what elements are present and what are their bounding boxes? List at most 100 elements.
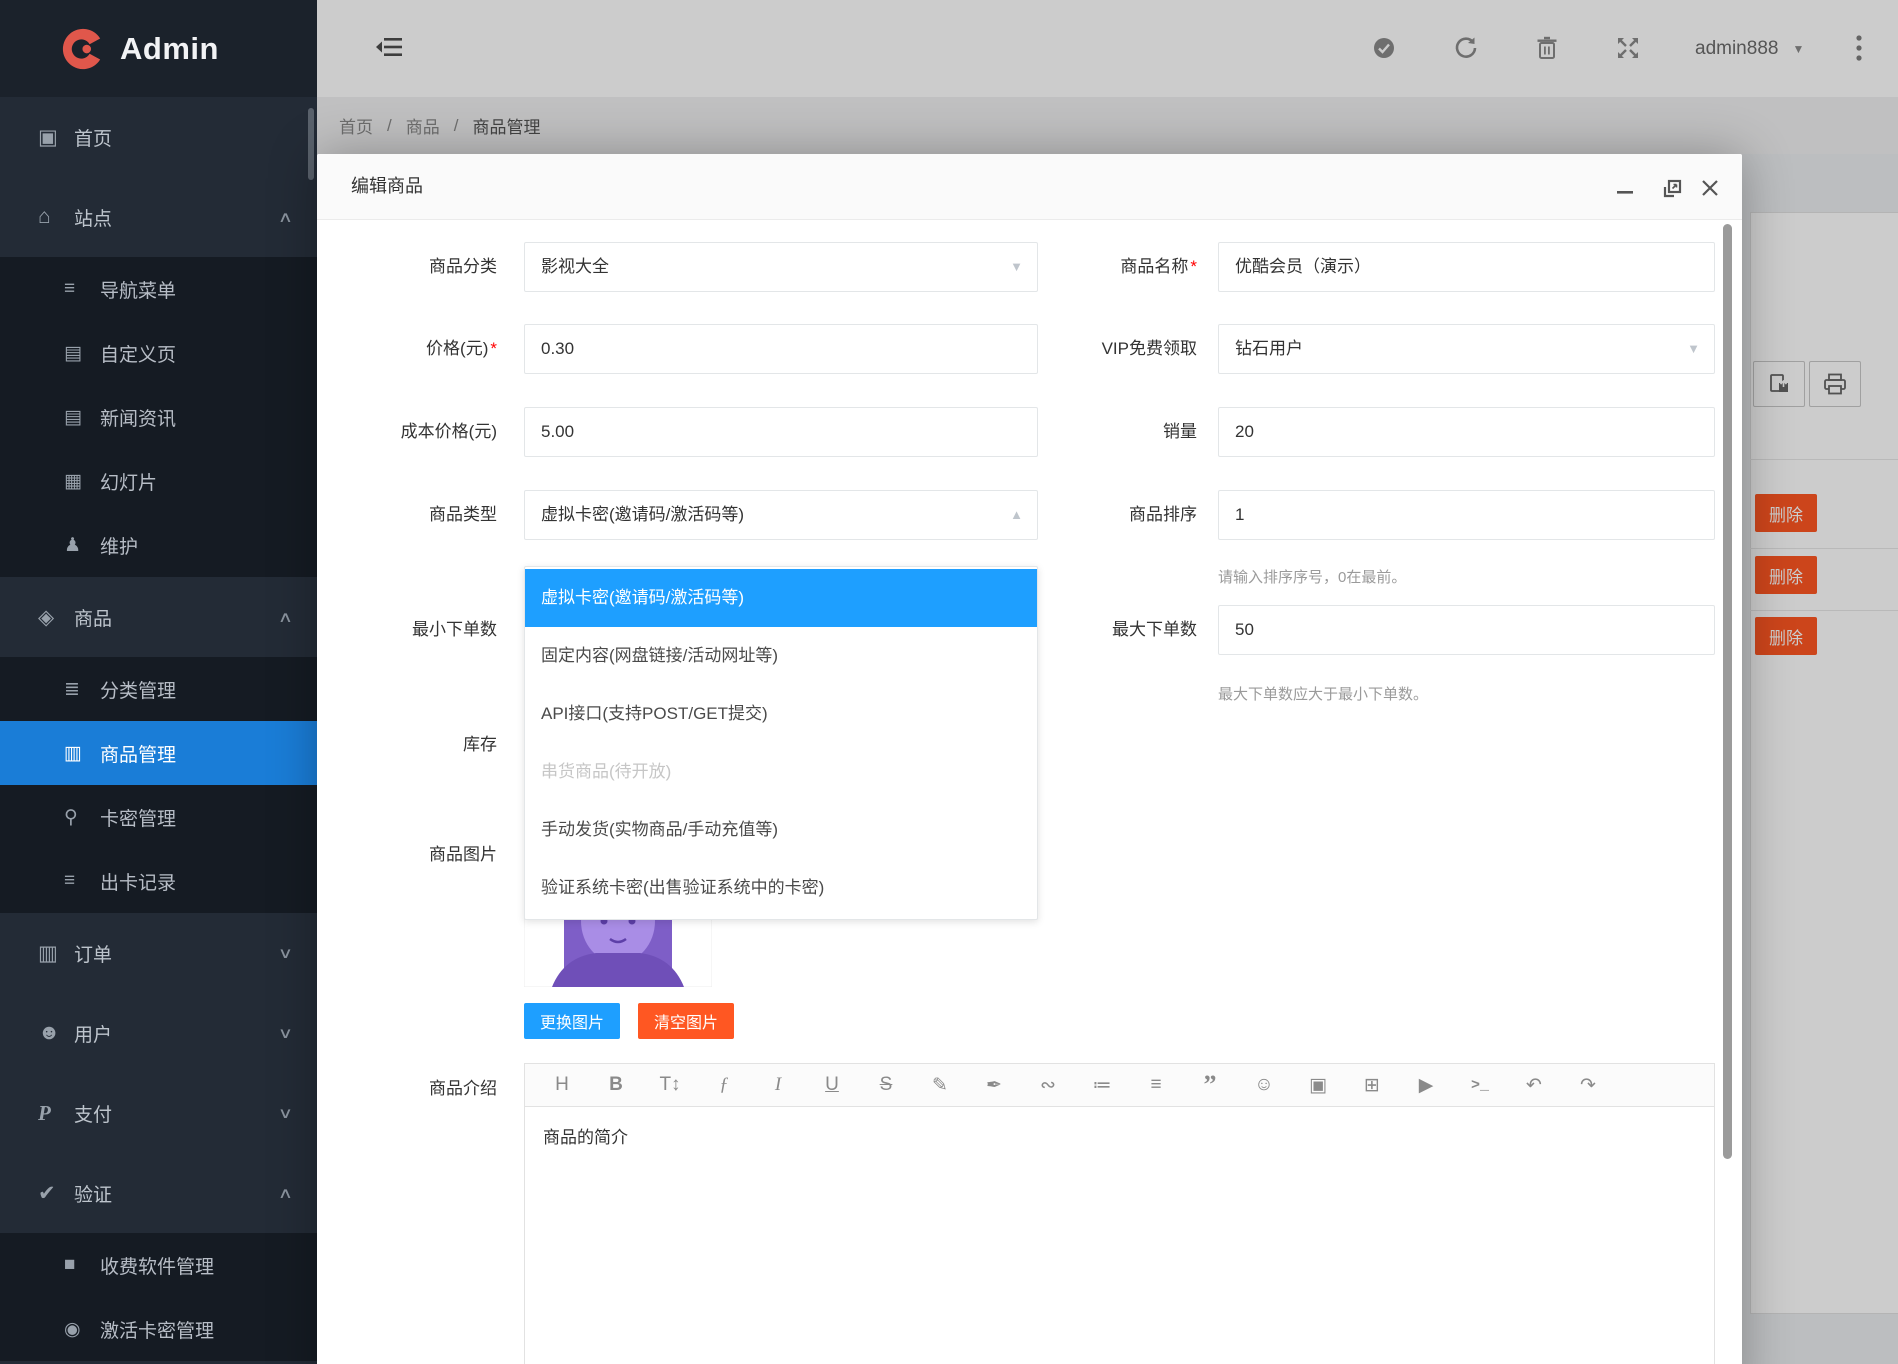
heading-icon[interactable]: H: [535, 1074, 589, 1096]
sidebar-item-label: 商品: [74, 604, 112, 631]
required-mark: *: [490, 339, 497, 358]
required-mark: *: [1190, 257, 1197, 276]
change-image-button[interactable]: 更换图片: [524, 1003, 620, 1039]
brand-logo-icon: [58, 26, 104, 72]
price-label: 价格(元)*: [327, 324, 497, 374]
sidebar-item-goods-manage[interactable]: ▥ 商品管理: [0, 721, 317, 785]
sidebar-item-pay[interactable]: P 支付 ∨: [0, 1073, 317, 1153]
chevron-down-icon: ∨: [278, 1024, 293, 1042]
type-option-verify-system-card[interactable]: 验证系统卡密(出售验证系统中的卡密): [525, 859, 1037, 917]
sidebar-item-label: 导航菜单: [100, 276, 176, 303]
blockquote-icon[interactable]: ”: [1183, 1075, 1237, 1095]
type-option-crossship-disabled: 串货商品(待开放): [525, 743, 1037, 801]
pen-icon[interactable]: ✎: [913, 1074, 967, 1097]
minimize-icon[interactable]: [1613, 176, 1637, 200]
type-select[interactable]: 虚拟卡密(邀请码/激活码等) ▲: [524, 490, 1038, 540]
sidebar-item-label: 验证: [74, 1180, 112, 1207]
code-icon[interactable]: >_: [1453, 1077, 1507, 1094]
app-screen: Admin ▣ 首页 ⌂ 站点 ∧ ≡ 导航菜单 ▤ 自定义页 ▤ 新闻资讯: [0, 0, 1898, 1364]
sidebar-item-label: 商品管理: [100, 740, 176, 767]
list-ul-icon[interactable]: ≔: [1075, 1074, 1129, 1097]
sidebar-item-maintain[interactable]: ♟ 维护: [0, 513, 317, 577]
cost-input[interactable]: 5.00: [524, 407, 1038, 457]
strikethrough-icon[interactable]: S: [859, 1074, 913, 1096]
max-order-input[interactable]: 50: [1218, 605, 1715, 655]
sidebar-item-label: 站点: [74, 204, 112, 231]
editor-toolbar: H B T↕ ƒ I U S ✎ ✒ ∾ ≔ ≡ ” ☺ ▣ ⊞ ▶ >_ ↶ …: [524, 1063, 1715, 1107]
edit-product-modal: 编辑商品 商品分类 影视大全 ▼: [317, 154, 1742, 1364]
type-option-api[interactable]: API接口(支持POST/GET提交): [525, 685, 1037, 743]
insert-image-icon[interactable]: ▣: [1291, 1074, 1345, 1097]
sidebar-item-paid-software[interactable]: ■ 收费软件管理: [0, 1233, 317, 1297]
maximize-icon[interactable]: [1660, 176, 1684, 200]
brush-icon[interactable]: ✒: [967, 1074, 1021, 1097]
list-ol-icon: ≣: [64, 678, 100, 701]
list-icon: ≡: [64, 278, 100, 300]
sidebar-item-label: 幻灯片: [100, 468, 157, 495]
square-icon: ■: [64, 1254, 100, 1276]
max-order-value: 50: [1235, 620, 1254, 639]
underline-icon[interactable]: U: [805, 1074, 859, 1096]
sidebar-item-goods[interactable]: ◈ 商品 ∧: [0, 577, 317, 657]
sidebar-item-slides[interactable]: ▦ 幻灯片: [0, 449, 317, 513]
image-label: 商品图片: [327, 830, 497, 880]
sidebar-item-order[interactable]: ▥ 订单 ∨: [0, 913, 317, 993]
sort-input[interactable]: 1: [1218, 490, 1715, 540]
paypal-icon: P: [38, 1101, 74, 1126]
sidebar-item-nav-menu[interactable]: ≡ 导航菜单: [0, 257, 317, 321]
sort-hint: 请输入排序序号，0在最前。: [1218, 566, 1406, 587]
sidebar-item-verify[interactable]: ✔ 验证 ∧: [0, 1153, 317, 1233]
font-family-icon[interactable]: ƒ: [697, 1074, 751, 1096]
category-select[interactable]: 影视大全 ▼: [524, 242, 1038, 292]
check-circle-icon: ✔: [38, 1181, 74, 1206]
bold-icon[interactable]: B: [589, 1074, 643, 1096]
sidebar-item-activation-cards[interactable]: ◉ 激活卡密管理: [0, 1297, 317, 1361]
type-option-virtual-card[interactable]: 虚拟卡密(邀请码/激活码等): [525, 569, 1037, 627]
sidebar-item-category-manage[interactable]: ≣ 分类管理: [0, 657, 317, 721]
sidebar-item-card-records[interactable]: ≡ 出卡记录: [0, 849, 317, 913]
sidebar-item-home[interactable]: ▣ 首页: [0, 97, 317, 177]
sidebar-item-news[interactable]: ▤ 新闻资讯: [0, 385, 317, 449]
sidebar-item-site[interactable]: ⌂ 站点 ∧: [0, 177, 317, 257]
modal-scrollbar[interactable]: [1723, 224, 1732, 1159]
sales-value: 20: [1235, 422, 1254, 441]
align-icon[interactable]: ≡: [1129, 1074, 1183, 1096]
bars-icon: ≡: [64, 870, 100, 892]
video-icon[interactable]: ▶: [1399, 1074, 1453, 1097]
type-label: 商品类型: [327, 490, 497, 540]
clear-image-button[interactable]: 清空图片: [638, 1003, 734, 1039]
image-icon: ▦: [64, 470, 100, 493]
table-icon[interactable]: ⊞: [1345, 1074, 1399, 1097]
chevron-up-icon: ∧: [278, 608, 293, 626]
chevron-down-icon: ∨: [278, 1104, 293, 1122]
name-label: 商品名称*: [1007, 242, 1197, 292]
redo-icon[interactable]: ↷: [1561, 1074, 1615, 1097]
sidebar-item-label: 首页: [74, 124, 112, 151]
undo-icon[interactable]: ↶: [1507, 1074, 1561, 1097]
stock-label: 库存: [327, 720, 497, 770]
type-option-fixed-content[interactable]: 固定内容(网盘链接/活动网址等): [525, 627, 1037, 685]
close-icon[interactable]: [1698, 176, 1722, 200]
sidebar-item-label: 维护: [100, 532, 138, 559]
vip-select[interactable]: 钻石用户 ▼: [1218, 324, 1715, 374]
sidebar-item-card-manage[interactable]: ⚲ 卡密管理: [0, 785, 317, 849]
price-input[interactable]: 0.30: [524, 324, 1038, 374]
sidebar-item-user[interactable]: ☻ 用户 ∨: [0, 993, 317, 1073]
sales-input[interactable]: 20: [1218, 407, 1715, 457]
cube-icon: ◈: [38, 605, 74, 630]
type-option-manual-delivery[interactable]: 手动发货(实物商品/手动充值等): [525, 801, 1037, 859]
name-input[interactable]: 优酷会员（演示）: [1218, 242, 1715, 292]
link-icon[interactable]: ∾: [1021, 1074, 1075, 1097]
intro-editor[interactable]: 商品的简介: [524, 1107, 1715, 1364]
category-label: 商品分类: [327, 242, 497, 292]
sidebar-submenu-verify: ■ 收费软件管理 ◉ 激活卡密管理: [0, 1233, 317, 1361]
emoji-icon[interactable]: ☺: [1237, 1074, 1291, 1096]
sidebar-item-custom-page[interactable]: ▤ 自定义页: [0, 321, 317, 385]
sidebar-item-label: 自定义页: [100, 340, 176, 367]
page-icon: ▤: [64, 342, 100, 365]
font-size-icon[interactable]: T↕: [643, 1074, 697, 1096]
file-icon: ▥: [64, 742, 100, 765]
italic-icon[interactable]: I: [751, 1074, 805, 1096]
sidebar-item-label: 卡密管理: [100, 804, 176, 831]
sidebar-item-label: 出卡记录: [100, 868, 176, 895]
